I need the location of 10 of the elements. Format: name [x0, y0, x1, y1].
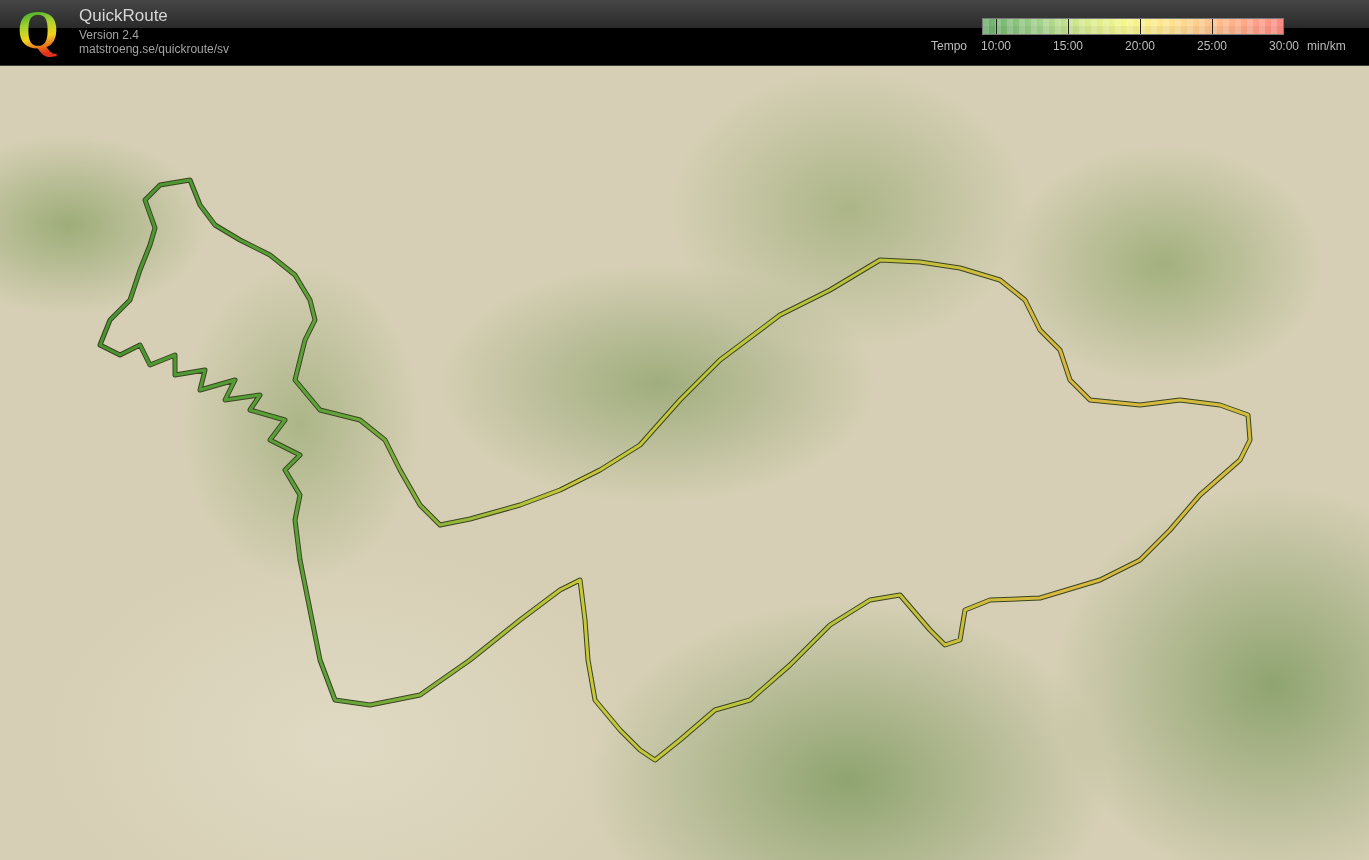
- tempo-label: Tempo: [930, 39, 967, 54]
- tempo-tick-label: 10:00: [980, 39, 1012, 54]
- unit-label: min/km: [1307, 39, 1347, 54]
- website-url: matstroeng.se/quickroute/sv: [79, 42, 230, 56]
- tempo-tick-label: 20:00: [1124, 39, 1156, 54]
- tempo-tick-label: 15:00: [1052, 39, 1084, 54]
- tempo-tick-label: 30:00: [1268, 39, 1300, 54]
- tempo-tick-label: 25:00: [1196, 39, 1228, 54]
- app-title: QuickRoute: [79, 6, 169, 26]
- version-label: Version 2.4: [79, 28, 141, 42]
